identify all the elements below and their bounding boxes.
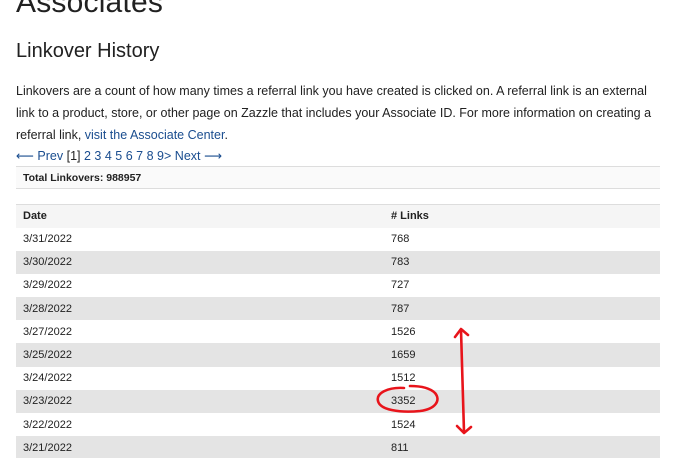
date-cell: 3/25/2022 — [16, 343, 384, 367]
table-row: 3/22/2022 1524 — [16, 413, 660, 437]
page-link-3[interactable]: 3 — [94, 149, 101, 163]
prev-page-link[interactable]: ⟵ Prev — [16, 149, 63, 163]
date-cell: 3/24/2022 — [16, 366, 384, 390]
links-cell: 1524 — [384, 413, 660, 437]
page-link-7[interactable]: 7 — [136, 149, 143, 163]
links-cell: 811 — [384, 436, 660, 458]
table-row: 3/27/2022 1526 — [16, 320, 660, 344]
date-column-header: Date — [16, 204, 384, 228]
page-link-2[interactable]: 2 — [84, 149, 91, 163]
table-header-row: Date # Links — [16, 204, 660, 228]
links-column-header: # Links — [384, 204, 660, 228]
table-row: 3/24/2022 1512 — [16, 366, 660, 390]
next-page-link[interactable]: Next ⟶ — [175, 149, 222, 163]
date-cell: 3/31/2022 — [16, 227, 384, 251]
pagination: ⟵ Prev [1] 2 3 4 5 6 7 8 9> Next ⟶ — [16, 148, 222, 163]
table-row: 3/28/2022 787 — [16, 297, 660, 321]
table-row: 3/25/2022 1659 — [16, 343, 660, 367]
date-cell: 3/23/2022 — [16, 389, 384, 413]
page-title: Associates — [16, 0, 164, 19]
intro-end: . — [224, 128, 228, 142]
date-cell: 3/28/2022 — [16, 297, 384, 321]
intro-paragraph: Linkovers are a count of how many times … — [16, 80, 666, 146]
date-cell: 3/27/2022 — [16, 320, 384, 344]
table-row: 3/23/2022 3352 — [16, 389, 660, 413]
page-link-9[interactable]: 9> — [157, 149, 171, 163]
links-cell: 1659 — [384, 343, 660, 367]
date-cell: 3/29/2022 — [16, 273, 384, 298]
table-row: 3/31/2022 768 — [16, 227, 660, 251]
linkover-table: Date # Links 3/31/2022 768 3/30/2022 783… — [16, 204, 660, 458]
total-linkovers: Total Linkovers: 988957 — [16, 166, 660, 189]
links-cell: 1512 — [384, 366, 660, 390]
associate-center-link[interactable]: visit the Associate Center — [85, 128, 225, 142]
links-cell-highlighted: 3352 — [384, 389, 660, 413]
section-title: Linkover History — [16, 40, 160, 62]
current-page: [1] — [66, 149, 81, 163]
page-link-4[interactable]: 4 — [105, 149, 112, 163]
page-link-6[interactable]: 6 — [126, 149, 133, 163]
date-cell: 3/22/2022 — [16, 413, 384, 437]
links-cell: 1526 — [384, 320, 660, 344]
page-link-8[interactable]: 8 — [147, 149, 154, 163]
links-cell: 727 — [384, 273, 660, 298]
table-row: 3/29/2022 727 — [16, 273, 660, 298]
table-row: 3/21/2022 811 — [16, 436, 660, 458]
date-cell: 3/21/2022 — [16, 436, 384, 458]
links-cell: 783 — [384, 250, 660, 274]
links-cell: 768 — [384, 227, 660, 251]
table-row: 3/30/2022 783 — [16, 250, 660, 274]
date-cell: 3/30/2022 — [16, 250, 384, 274]
page-link-5[interactable]: 5 — [115, 149, 122, 163]
links-cell: 787 — [384, 297, 660, 321]
